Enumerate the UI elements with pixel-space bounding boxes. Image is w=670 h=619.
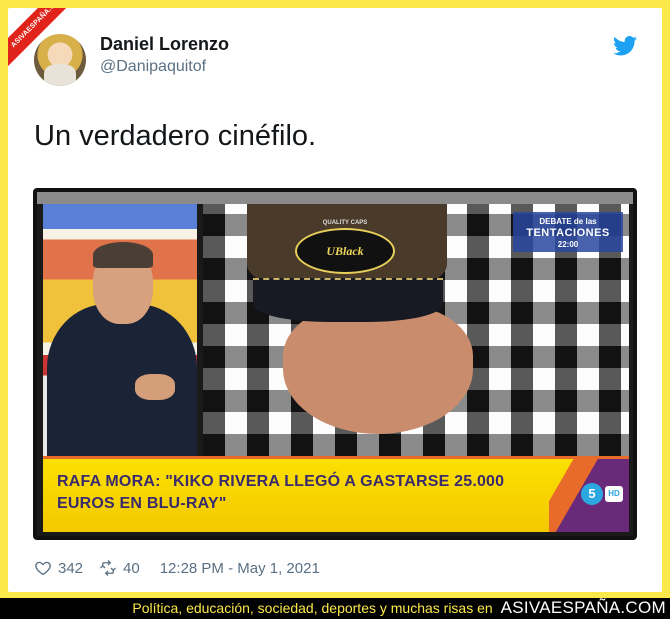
tweet-card: ASIVAESPAÑA.COM Daniel Lorenzo @Danipaqu… — [8, 8, 662, 592]
retweets-count: 40 — [123, 559, 140, 577]
debate-tag: DEBATE de las TENTACIONES 22:00 — [513, 212, 623, 252]
retweet-icon — [100, 560, 117, 576]
man-hand — [135, 374, 175, 400]
heart-icon — [35, 561, 51, 576]
author-name[interactable]: Daniel Lorenzo — [100, 34, 229, 55]
debate-time: 22:00 — [557, 240, 579, 249]
debate-big: TENTACIONES — [526, 227, 610, 239]
tv-lower-third: RAFA MORA: "KIKO RIVERA LLEGÓ A GASTARSE… — [43, 456, 629, 532]
twitter-bird-icon[interactable] — [613, 36, 637, 56]
face — [283, 304, 473, 434]
footer-tagline: Política, educación, sociedad, deportes … — [132, 600, 493, 616]
man-body — [47, 304, 197, 456]
tv-top-bezel — [37, 192, 633, 204]
cap-logo: UBlack — [295, 228, 395, 274]
hd-badge: HD — [605, 486, 623, 502]
timestamp[interactable]: 12:28 PM - May 1, 2021 — [160, 560, 320, 577]
debate-small: DEBATE de las — [539, 217, 597, 226]
tv-right-panel: QUALITY CAPS UBlack DEBATE de las TENTAC… — [203, 204, 629, 456]
lower-third-text: RAFA MORA: "KIKO RIVERA LLEGÓ A GASTARSE… — [57, 473, 505, 512]
watermark-ribbon: ASIVAESPAÑA.COM — [8, 8, 78, 78]
tweet-meta: 342 40 12:28 PM - May 1, 2021 — [34, 558, 320, 578]
tweet-text: Un verdadero cinéfilo. — [34, 120, 317, 152]
likes-count: 342 — [58, 559, 84, 577]
cap-brim — [253, 278, 443, 322]
site-footer: Política, educación, sociedad, deportes … — [0, 598, 670, 619]
channel-five-icon: 5 — [581, 483, 603, 505]
watermark-ribbon-text: ASIVAESPAÑA.COM — [8, 8, 78, 72]
tweet-photo[interactable]: QUALITY CAPS UBlack DEBATE de las TENTAC… — [33, 188, 637, 540]
tv-left-panel — [43, 204, 197, 456]
retweets-stat[interactable]: 40 — [99, 559, 140, 577]
likes-stat[interactable]: 342 — [34, 559, 83, 577]
footer-brand[interactable]: ASIVAESPAÑA.COM — [501, 598, 666, 617]
author-handle[interactable]: @Danipaquitof — [100, 58, 206, 76]
man-hair — [93, 242, 153, 268]
